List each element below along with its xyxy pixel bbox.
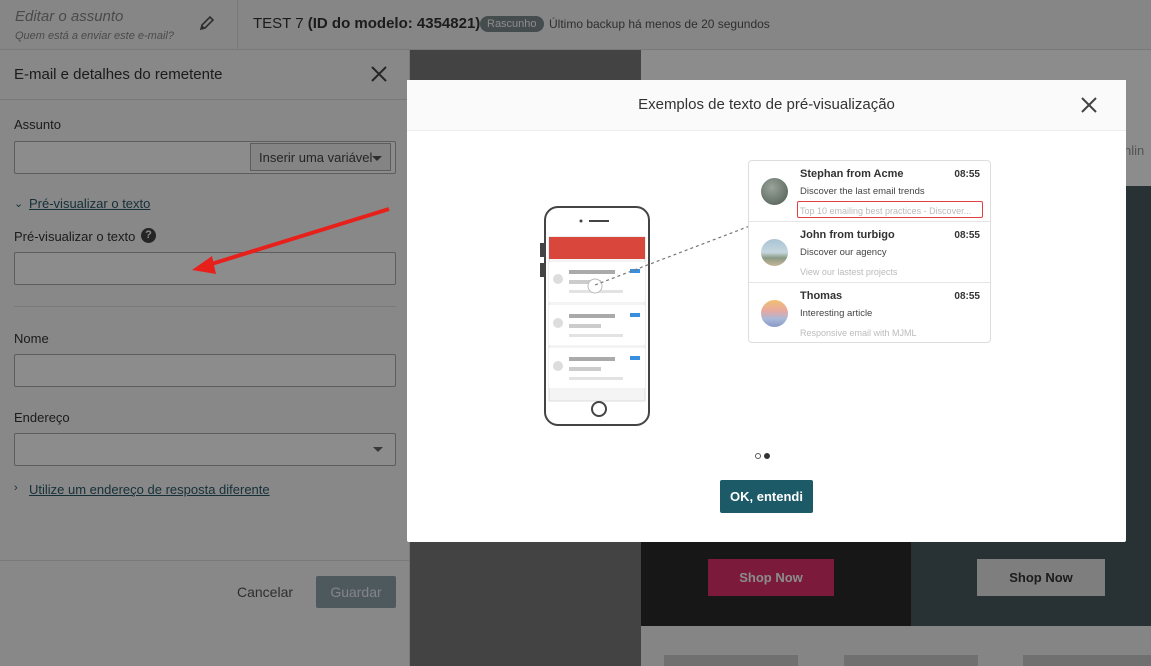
mail-preview-text: Responsive email with MJML: [800, 328, 917, 338]
mail-subject: Discover our agency: [800, 247, 887, 258]
inbox-illustration: Stephan from Acme 08:55 Discover the las…: [748, 160, 991, 343]
mail-sender: Thomas: [800, 290, 843, 302]
mail-sender: Stephan from Acme: [800, 168, 904, 180]
mail-time: 08:55: [954, 291, 980, 302]
modal-header: Exemplos de texto de pré-visualização: [407, 80, 1126, 131]
mail-time: 08:55: [954, 230, 980, 241]
mail-subject: Discover the last email trends: [800, 186, 925, 197]
mail-time: 08:55: [954, 169, 980, 180]
list-item: Thomas 08:55 Interesting article Respons…: [749, 283, 990, 344]
modal-title: Exemplos de texto de pré-visualização: [638, 96, 895, 113]
preview-highlight: [797, 201, 983, 218]
avatar: [761, 178, 788, 205]
list-item: Stephan from Acme 08:55 Discover the las…: [749, 161, 990, 222]
carousel-dot[interactable]: [755, 453, 761, 459]
mail-sender: John from turbigo: [800, 229, 895, 241]
avatar: [761, 239, 788, 266]
mail-preview-text: View our lastest projects: [800, 267, 898, 277]
carousel-dots: [755, 446, 773, 462]
avatar: [761, 300, 788, 327]
ok-button[interactable]: OK, entendi: [720, 480, 813, 513]
list-item: John from turbigo 08:55 Discover our age…: [749, 222, 990, 283]
preview-text-examples-modal: Exemplos de texto de pré-visualização St…: [407, 80, 1126, 542]
carousel-dot-active[interactable]: [764, 453, 770, 459]
close-icon[interactable]: [1079, 95, 1099, 115]
mail-subject: Interesting article: [800, 308, 873, 319]
